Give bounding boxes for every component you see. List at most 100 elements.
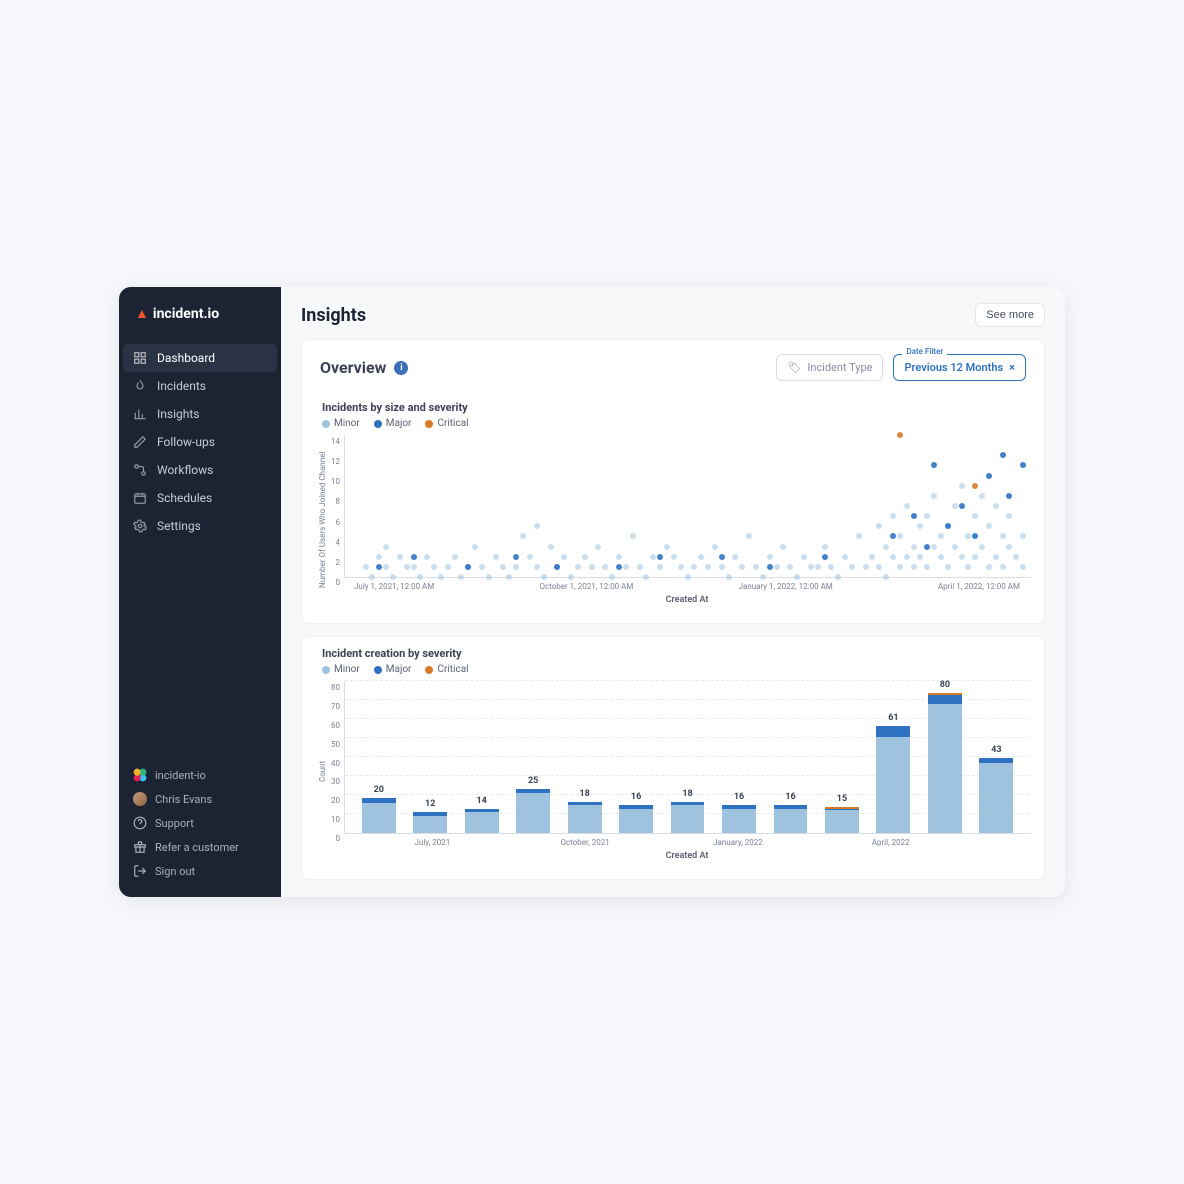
scatter-point xyxy=(575,564,581,570)
scatter-point xyxy=(945,523,951,529)
bar-column: 18 xyxy=(666,681,709,833)
legend-dot-icon xyxy=(425,420,433,428)
scatter-point xyxy=(890,513,896,519)
scatter-point xyxy=(876,523,882,529)
scatter-point xyxy=(993,503,999,509)
scatter-point xyxy=(726,574,732,580)
scatter-point xyxy=(986,564,992,570)
legend-dot-icon xyxy=(322,666,330,674)
scatter-point xyxy=(986,473,992,479)
sidebar: ▲ incident.io DashboardIncidentsInsights… xyxy=(119,287,281,897)
info-icon[interactable]: i xyxy=(394,361,408,375)
scatter-point xyxy=(691,564,697,570)
scatter-point xyxy=(897,564,903,570)
scatter-point xyxy=(808,564,814,570)
scatter-point xyxy=(431,564,437,570)
scatter-point xyxy=(561,554,567,560)
scatter-point xyxy=(767,564,773,570)
legend-item-major: Major xyxy=(374,664,412,675)
scatter-point xyxy=(719,564,725,570)
sidebar-item-follow-ups[interactable]: Follow-ups xyxy=(119,428,281,456)
date-filter[interactable]: Previous 12 Months × xyxy=(893,354,1026,381)
scatter-point xyxy=(712,544,718,550)
legend-dot-icon xyxy=(374,666,382,674)
sidebar-item-incidents[interactable]: Incidents xyxy=(119,372,281,400)
app-window: ▲ incident.io DashboardIncidentsInsights… xyxy=(119,287,1065,897)
bar-value-label: 61 xyxy=(888,713,898,723)
legend-label: Minor xyxy=(334,418,360,429)
overview-title: Overview i xyxy=(320,358,408,377)
sidebar-link-refer-a-customer[interactable]: Refer a customer xyxy=(119,835,281,859)
see-more-button[interactable]: See more xyxy=(975,303,1045,327)
incident-type-filter[interactable]: 🏷 Incident Type xyxy=(776,354,883,381)
scatter-point xyxy=(767,554,773,560)
scatter-point xyxy=(931,544,937,550)
bar-column: 16 xyxy=(769,681,812,833)
sidebar-item-label: Schedules xyxy=(157,491,212,505)
workspace-link[interactable]: incident-io xyxy=(119,763,281,787)
scatter-point xyxy=(458,574,464,580)
scatter-point xyxy=(424,554,430,560)
sidebar-item-insights[interactable]: Insights xyxy=(119,400,281,428)
scatter-point xyxy=(897,432,903,438)
scatter-point xyxy=(671,554,677,560)
scatter-point xyxy=(397,554,403,560)
bar-column: 80 xyxy=(923,681,966,833)
bar-card: Incident creation by severity MinorMajor… xyxy=(301,636,1045,880)
bar-column: 43 xyxy=(975,681,1018,833)
scatter-point xyxy=(1006,513,1012,519)
scatter-legend: Minor Major Critical xyxy=(322,418,1030,429)
gear-icon xyxy=(133,519,147,533)
sidebar-item-dashboard[interactable]: Dashboard xyxy=(123,344,277,372)
sidebar-item-label: Insights xyxy=(157,407,199,421)
sidebar-item-label: Follow-ups xyxy=(157,435,215,449)
sidebar-link-support[interactable]: Support xyxy=(119,811,281,835)
legend-item-minor: Minor xyxy=(322,418,360,429)
bar-value-label: 18 xyxy=(579,789,589,799)
scatter-point xyxy=(1000,452,1006,458)
scatter-point xyxy=(411,564,417,570)
scatter-point xyxy=(822,554,828,560)
legend-item-major: Major xyxy=(374,418,412,429)
bar-value-label: 15 xyxy=(837,794,847,804)
legend-dot-icon xyxy=(322,420,330,428)
scatter-point xyxy=(938,554,944,560)
scatter-point xyxy=(746,533,752,539)
scatter-yticks: 14121086420 xyxy=(329,435,344,605)
overview-title-text: Overview xyxy=(320,358,386,377)
scatter-point xyxy=(904,554,910,560)
scatter-point xyxy=(589,564,595,570)
scatter-point xyxy=(876,564,882,570)
sidebar-item-workflows[interactable]: Workflows xyxy=(119,456,281,484)
legend-item-critical: Critical xyxy=(425,418,468,429)
scatter-point xyxy=(452,554,458,560)
scatter-point xyxy=(705,564,711,570)
scatter-point xyxy=(815,564,821,570)
clear-date-icon[interactable]: × xyxy=(1009,361,1015,374)
bar-column: 16 xyxy=(614,681,657,833)
scatter-point xyxy=(582,554,588,560)
bar-value-label: 20 xyxy=(374,785,384,795)
scatter-point xyxy=(404,564,410,570)
legend-label: Major xyxy=(386,664,412,675)
scatter-point xyxy=(376,554,382,560)
sidebar-item-schedules[interactable]: Schedules xyxy=(119,484,281,512)
scatter-point xyxy=(520,533,526,539)
scatter-point xyxy=(849,564,855,570)
user-link[interactable]: Chris Evans xyxy=(119,787,281,811)
scatter-point xyxy=(924,513,930,519)
scatter-point xyxy=(513,554,519,560)
legend-item-critical: Critical xyxy=(425,664,468,675)
scatter-point xyxy=(972,483,978,489)
sidebar-link-label: Refer a customer xyxy=(155,841,239,854)
sidebar-link-sign-out[interactable]: Sign out xyxy=(119,859,281,883)
sidebar-item-settings[interactable]: Settings xyxy=(119,512,281,540)
scatter-point xyxy=(863,564,869,570)
scatter-point xyxy=(753,564,759,570)
scatter-point xyxy=(924,544,930,550)
scatter-point xyxy=(1006,544,1012,550)
scatter-point xyxy=(780,544,786,550)
bar-legend: MinorMajorCritical xyxy=(322,664,1030,675)
flame-icon: ▲ xyxy=(135,305,149,322)
scatter-point xyxy=(883,574,889,580)
